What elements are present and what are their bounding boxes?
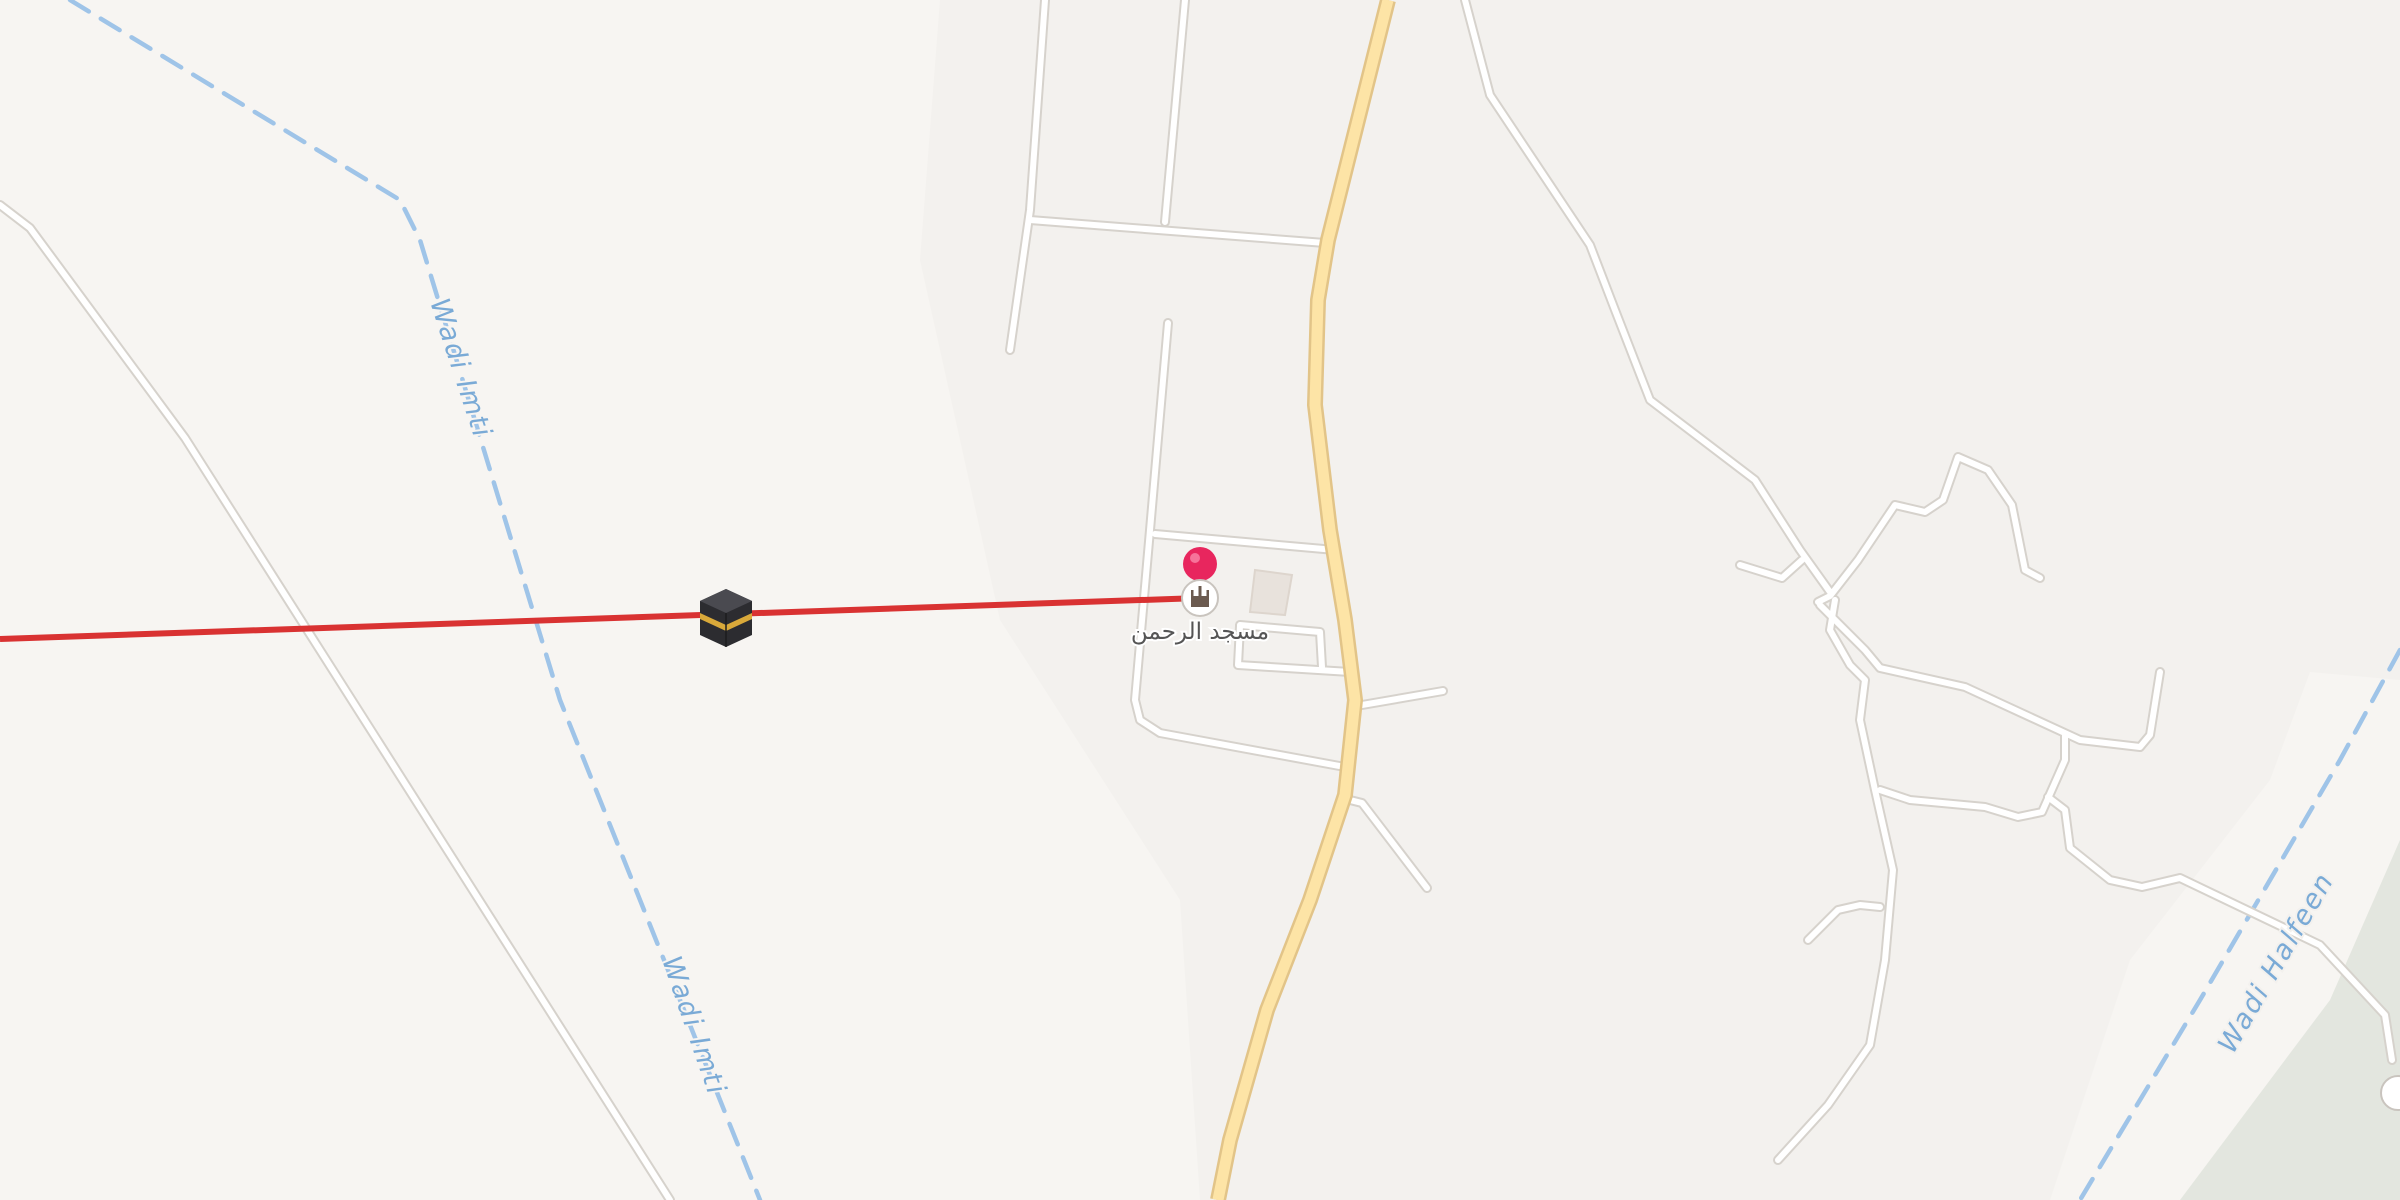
poi-label-mosque: مسجد الرحمن bbox=[1131, 619, 1269, 645]
building-footprint bbox=[1248, 568, 1294, 617]
mosque-icon[interactable] bbox=[1181, 579, 1219, 617]
map-canvas[interactable]: مسجد الرحمن Wadi Imti Wadi Imti Wadi Hal… bbox=[0, 0, 2400, 1200]
kaaba-icon[interactable] bbox=[700, 589, 752, 647]
